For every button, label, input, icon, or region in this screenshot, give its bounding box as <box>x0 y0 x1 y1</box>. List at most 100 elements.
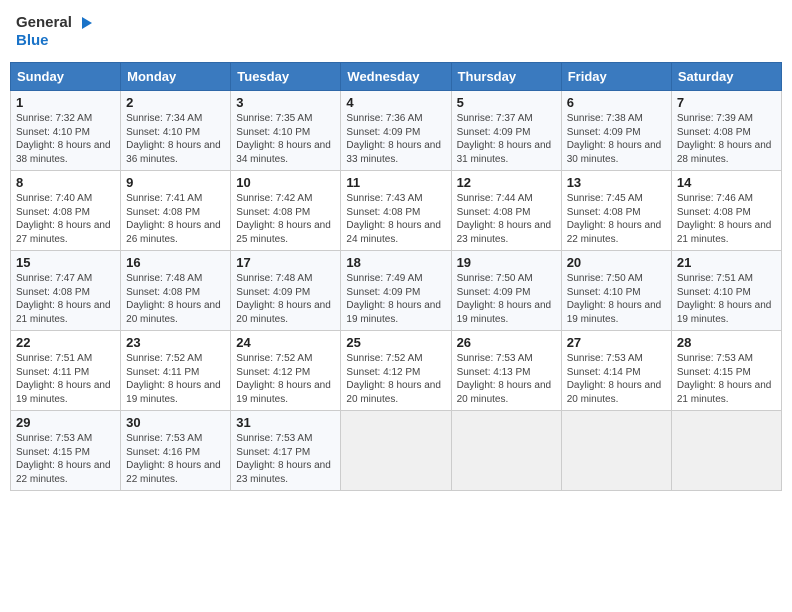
calendar-cell: 6 Sunrise: 7:38 AMSunset: 4:09 PMDaylight… <box>561 91 671 171</box>
cell-details: Sunrise: 7:47 AMSunset: 4:08 PMDaylight:… <box>16 272 115 326</box>
cell-details: Sunrise: 7:48 AMSunset: 4:08 PMDaylight:… <box>126 272 225 326</box>
cell-details: Sunrise: 7:52 AMSunset: 4:12 PMDaylight:… <box>236 352 335 406</box>
calendar-cell: 8 Sunrise: 7:40 AMSunset: 4:08 PMDaylight… <box>11 171 121 251</box>
logo-text: General Blue <box>16 14 94 50</box>
day-number: 14 <box>677 175 776 190</box>
calendar-cell: 28 Sunrise: 7:53 AMSunset: 4:15 PMDayligh… <box>671 331 781 411</box>
cell-details: Sunrise: 7:43 AMSunset: 4:08 PMDaylight:… <box>346 192 445 246</box>
day-header-monday: Monday <box>121 63 231 91</box>
cell-details: Sunrise: 7:52 AMSunset: 4:12 PMDaylight:… <box>346 352 445 406</box>
calendar-cell <box>341 411 451 491</box>
cell-details: Sunrise: 7:50 AMSunset: 4:09 PMDaylight:… <box>457 272 556 326</box>
calendar-cell: 21 Sunrise: 7:51 AMSunset: 4:10 PMDayligh… <box>671 251 781 331</box>
day-number: 31 <box>236 415 335 430</box>
cell-details: Sunrise: 7:50 AMSunset: 4:10 PMDaylight:… <box>567 272 666 326</box>
calendar-week-row: 29 Sunrise: 7:53 AMSunset: 4:15 PMDayligh… <box>11 411 782 491</box>
calendar-week-row: 8 Sunrise: 7:40 AMSunset: 4:08 PMDaylight… <box>11 171 782 251</box>
day-header-saturday: Saturday <box>671 63 781 91</box>
day-number: 18 <box>346 255 445 270</box>
day-number: 10 <box>236 175 335 190</box>
cell-details: Sunrise: 7:52 AMSunset: 4:11 PMDaylight:… <box>126 352 225 406</box>
calendar-cell: 30Sunrise: 7:53 AMSunset: 4:16 PMDayligh… <box>121 411 231 491</box>
calendar-cell: 12Sunrise: 7:44 AMSunset: 4:08 PMDayligh… <box>451 171 561 251</box>
cell-details: Sunrise: 7:53 AMSunset: 4:14 PMDaylight:… <box>567 352 666 406</box>
calendar-cell: 29 Sunrise: 7:53 AMSunset: 4:15 PMDayligh… <box>11 411 121 491</box>
calendar-cell: 20 Sunrise: 7:50 AMSunset: 4:10 PMDayligh… <box>561 251 671 331</box>
day-number: 28 <box>677 335 776 350</box>
day-header-friday: Friday <box>561 63 671 91</box>
day-number: 26 <box>457 335 556 350</box>
cell-details: Sunrise: 7:45 AMSunset: 4:08 PMDaylight:… <box>567 192 666 246</box>
calendar-week-row: 22 Sunrise: 7:51 AMSunset: 4:11 PMDayligh… <box>11 331 782 411</box>
calendar-cell: 26 Sunrise: 7:53 AMSunset: 4:13 PMDayligh… <box>451 331 561 411</box>
day-number: 11 <box>346 175 445 190</box>
day-number: 6 <box>567 95 666 110</box>
cell-details: Sunrise: 7:53 AMSunset: 4:13 PMDaylight:… <box>457 352 556 406</box>
day-number: 17 <box>236 255 335 270</box>
calendar-cell: 18Sunrise: 7:49 AMSunset: 4:09 PMDayligh… <box>341 251 451 331</box>
calendar-cell <box>451 411 561 491</box>
cell-details: Sunrise: 7:40 AMSunset: 4:08 PMDaylight:… <box>16 192 115 246</box>
logo: General Blue <box>16 14 94 50</box>
calendar-cell: 25Sunrise: 7:52 AMSunset: 4:12 PMDayligh… <box>341 331 451 411</box>
calendar-cell <box>561 411 671 491</box>
calendar-cell <box>671 411 781 491</box>
cell-details: Sunrise: 7:36 AMSunset: 4:09 PMDaylight:… <box>346 112 445 166</box>
day-number: 3 <box>236 95 335 110</box>
day-number: 24 <box>236 335 335 350</box>
day-header-thursday: Thursday <box>451 63 561 91</box>
day-number: 4 <box>346 95 445 110</box>
day-number: 1 <box>16 95 115 110</box>
calendar-cell: 4 Sunrise: 7:36 AMSunset: 4:09 PMDaylight… <box>341 91 451 171</box>
cell-details: Sunrise: 7:53 AMSunset: 4:15 PMDaylight:… <box>16 432 115 486</box>
day-number: 27 <box>567 335 666 350</box>
calendar-cell: 16Sunrise: 7:48 AMSunset: 4:08 PMDayligh… <box>121 251 231 331</box>
day-header-tuesday: Tuesday <box>231 63 341 91</box>
calendar-cell: 27 Sunrise: 7:53 AMSunset: 4:14 PMDayligh… <box>561 331 671 411</box>
day-number: 22 <box>16 335 115 350</box>
calendar-cell: 17Sunrise: 7:48 AMSunset: 4:09 PMDayligh… <box>231 251 341 331</box>
day-header-sunday: Sunday <box>11 63 121 91</box>
calendar-table: SundayMondayTuesdayWednesdayThursdayFrid… <box>10 62 782 491</box>
cell-details: Sunrise: 7:38 AMSunset: 4:09 PMDaylight:… <box>567 112 666 166</box>
day-number: 2 <box>126 95 225 110</box>
day-header-wednesday: Wednesday <box>341 63 451 91</box>
day-number: 29 <box>16 415 115 430</box>
calendar-cell: 1 Sunrise: 7:32 AMSunset: 4:10 PMDaylight… <box>11 91 121 171</box>
day-number: 15 <box>16 255 115 270</box>
cell-details: Sunrise: 7:42 AMSunset: 4:08 PMDaylight:… <box>236 192 335 246</box>
day-number: 7 <box>677 95 776 110</box>
calendar-week-row: 1 Sunrise: 7:32 AMSunset: 4:10 PMDaylight… <box>11 91 782 171</box>
day-number: 8 <box>16 175 115 190</box>
calendar-cell: 31 Sunrise: 7:53 AMSunset: 4:17 PMDayligh… <box>231 411 341 491</box>
day-number: 5 <box>457 95 556 110</box>
cell-details: Sunrise: 7:39 AMSunset: 4:08 PMDaylight:… <box>677 112 776 166</box>
day-number: 23 <box>126 335 225 350</box>
cell-details: Sunrise: 7:37 AMSunset: 4:09 PMDaylight:… <box>457 112 556 166</box>
calendar-cell: 13 Sunrise: 7:45 AMSunset: 4:08 PMDayligh… <box>561 171 671 251</box>
day-number: 30 <box>126 415 225 430</box>
calendar-cell: 2 Sunrise: 7:34 AMSunset: 4:10 PMDaylight… <box>121 91 231 171</box>
day-number: 20 <box>567 255 666 270</box>
cell-details: Sunrise: 7:51 AMSunset: 4:10 PMDaylight:… <box>677 272 776 326</box>
calendar-cell: 11 Sunrise: 7:43 AMSunset: 4:08 PMDayligh… <box>341 171 451 251</box>
cell-details: Sunrise: 7:53 AMSunset: 4:15 PMDaylight:… <box>677 352 776 406</box>
cell-details: Sunrise: 7:34 AMSunset: 4:10 PMDaylight:… <box>126 112 225 166</box>
calendar-cell: 22 Sunrise: 7:51 AMSunset: 4:11 PMDayligh… <box>11 331 121 411</box>
cell-details: Sunrise: 7:41 AMSunset: 4:08 PMDaylight:… <box>126 192 225 246</box>
calendar-cell: 7 Sunrise: 7:39 AMSunset: 4:08 PMDaylight… <box>671 91 781 171</box>
page-header: General Blue <box>10 10 782 54</box>
day-number: 21 <box>677 255 776 270</box>
cell-details: Sunrise: 7:35 AMSunset: 4:10 PMDaylight:… <box>236 112 335 166</box>
cell-details: Sunrise: 7:32 AMSunset: 4:10 PMDaylight:… <box>16 112 115 166</box>
calendar-cell: 14 Sunrise: 7:46 AMSunset: 4:08 PMDayligh… <box>671 171 781 251</box>
calendar-week-row: 15 Sunrise: 7:47 AMSunset: 4:08 PMDayligh… <box>11 251 782 331</box>
day-number: 19 <box>457 255 556 270</box>
cell-details: Sunrise: 7:51 AMSunset: 4:11 PMDaylight:… <box>16 352 115 406</box>
calendar-cell: 9Sunrise: 7:41 AMSunset: 4:08 PMDaylight… <box>121 171 231 251</box>
days-header-row: SundayMondayTuesdayWednesdayThursdayFrid… <box>11 63 782 91</box>
day-number: 13 <box>567 175 666 190</box>
calendar-cell: 10 Sunrise: 7:42 AMSunset: 4:08 PMDayligh… <box>231 171 341 251</box>
cell-details: Sunrise: 7:53 AMSunset: 4:17 PMDaylight:… <box>236 432 335 486</box>
cell-details: Sunrise: 7:46 AMSunset: 4:08 PMDaylight:… <box>677 192 776 246</box>
